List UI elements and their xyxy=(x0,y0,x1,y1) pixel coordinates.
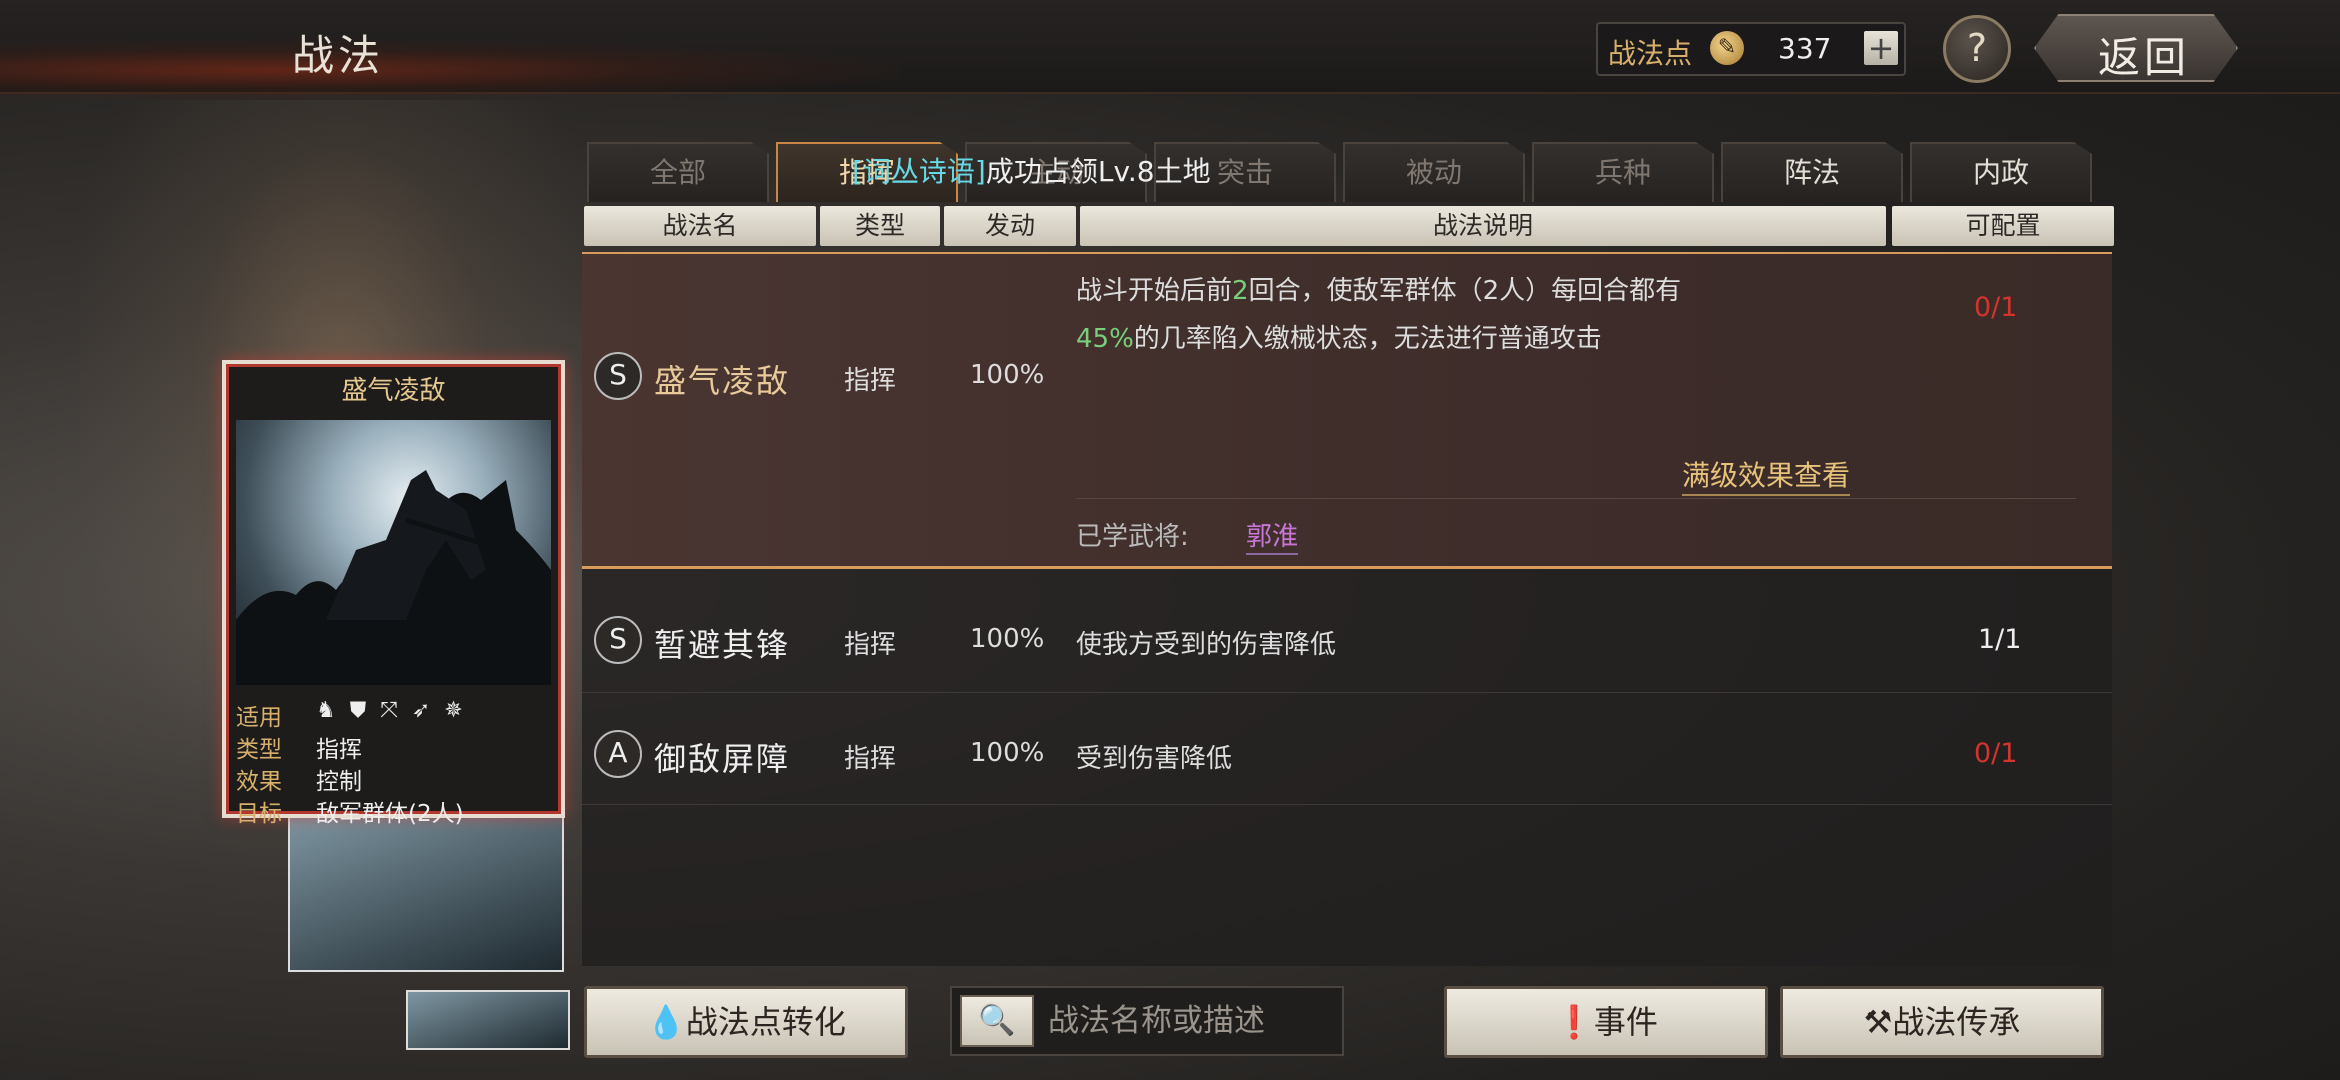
tactic-name: 暂避其锋 xyxy=(654,626,791,664)
tactic-name: 御敌屏障 xyxy=(654,740,791,778)
convert-points-button[interactable]: 💧战法点转化 xyxy=(584,986,908,1058)
tactic-rate: 100% xyxy=(970,360,1045,390)
grade-badge: S xyxy=(594,352,642,400)
tactic-type: 指挥 xyxy=(844,744,897,774)
card-artwork xyxy=(236,420,551,685)
tab-label: 阵法 xyxy=(1783,156,1840,189)
column-header-rate[interactable]: 发动 xyxy=(944,206,1076,246)
cavalry-icon: ♞ xyxy=(316,698,336,723)
configurable-count: 0/1 xyxy=(1974,292,2018,323)
card-value-effect: 控制 xyxy=(316,769,362,795)
alert-icon: ❗ xyxy=(1554,1003,1594,1041)
tactic-rate: 100% xyxy=(970,624,1045,654)
search-icon[interactable]: 🔍 xyxy=(960,995,1034,1047)
card-stack-back-2 xyxy=(406,990,570,1050)
card-key-type: 类型 xyxy=(236,737,282,763)
grade-badge: S xyxy=(594,616,642,664)
card-key-applicable: 适用 xyxy=(236,705,282,731)
unit-type-icons: ♞ ⛊ ⤧ ➶ ✵ xyxy=(316,698,463,723)
tooltip-text: 成功占领Lv.8土地 xyxy=(985,155,1211,188)
configurable-count: 1/1 xyxy=(1978,624,2022,655)
learned-generals-label: 已学武将: xyxy=(1076,522,1189,552)
card-key-target: 目标 xyxy=(236,801,282,827)
card-stack-back-1 xyxy=(288,810,564,972)
back-button-label: 返回 xyxy=(2098,33,2191,82)
card-row-effect: 效果 控制 xyxy=(236,760,551,795)
add-points-button[interactable]: + xyxy=(1864,31,1898,65)
desc-text: 战斗开始后前 xyxy=(1076,276,1233,306)
droplet-icon: 💧 xyxy=(646,1003,686,1041)
configurable-count: 0/1 xyxy=(1974,738,2018,769)
card-row-applicable: 适用 ♞ ⛊ ⤧ ➶ ✵ xyxy=(236,696,551,731)
tactic-description: 受到伤害降低 xyxy=(1076,744,1233,774)
points-coin-icon: ✎ xyxy=(1710,31,1744,65)
tactic-name: 盛气凌敌 xyxy=(654,362,791,400)
tactic-list[interactable]: S 盛气凌敌 指挥 100% 战斗开始后前2回合，使敌军群体（2人）每回合都有 … xyxy=(582,252,2112,966)
search-input[interactable] xyxy=(1046,996,1330,1046)
shield-icon: ⛊ xyxy=(349,698,367,723)
desc-text: 回合，使敌军群体（2人）每回合都有 xyxy=(1248,276,1682,306)
card-title: 盛气凌敌 xyxy=(341,376,446,406)
event-button[interactable]: ❗事件 xyxy=(1444,986,1768,1058)
selected-tactic-card: 盛气凌敌 适用 ♞ ⛊ ⤧ ➶ ✵ 类型 指挥 效果 控制 目标 敌军群体(2人… xyxy=(222,360,565,827)
search-box: 🔍 xyxy=(950,986,1344,1056)
button-label: 战法传承 xyxy=(1892,1003,2021,1041)
learned-general-name[interactable]: 郭淮 xyxy=(1246,516,1299,555)
max-effect-link[interactable]: 满级效果查看 xyxy=(1682,454,1851,496)
tab-internal[interactable]: 内政 xyxy=(1910,142,2092,202)
column-header-type[interactable]: 类型 xyxy=(820,206,940,246)
points-value: 337 xyxy=(1778,32,1832,65)
back-button[interactable]: 返回 xyxy=(2034,14,2238,82)
card-value-target: 敌军群体(2人) xyxy=(316,801,464,827)
help-button[interactable]: ? xyxy=(1943,15,2011,83)
points-label: 战法点 xyxy=(1608,37,1693,70)
tactic-type: 指挥 xyxy=(844,366,897,396)
bow-icon: ⤧ xyxy=(380,698,398,723)
row-divider xyxy=(1076,498,2076,499)
hammer-icon: ⚒ xyxy=(1863,1003,1893,1041)
top-bar: 战法 战法点 ✎ 337 + ? 返回 xyxy=(0,0,2340,100)
page-title: 战法 xyxy=(292,31,385,80)
button-label: 事件 xyxy=(1593,1003,1658,1041)
tab-label: 兵种 xyxy=(1594,156,1651,189)
tactic-description-line1: 战斗开始后前2回合，使敌军群体（2人）每回合都有 xyxy=(1076,270,1681,307)
column-header-description: 战法说明 xyxy=(1080,206,1886,246)
achievement-tooltip: [词丛诗语]成功占领Lv.8土地 xyxy=(852,150,1211,190)
card-row-type: 类型 指挥 xyxy=(236,728,551,763)
column-header-name[interactable]: 战法名 xyxy=(584,206,816,246)
spear-icon: ➶ xyxy=(411,698,431,723)
desc-text: 的几率陷入缴械状态，无法进行普通攻击 xyxy=(1133,324,1602,354)
tactic-description-line2: 45%的几率陷入缴械状态，无法进行普通攻击 xyxy=(1076,318,1602,355)
wheel-icon: ✵ xyxy=(444,698,463,723)
tactic-description: 使我方受到的伤害降低 xyxy=(1076,630,1337,660)
tab-label: 内政 xyxy=(1972,156,2029,189)
tab-all[interactable]: 全部 xyxy=(587,142,769,202)
card-value-type: 指挥 xyxy=(316,737,362,763)
tactic-type: 指挥 xyxy=(844,630,897,660)
tactic-rate: 100% xyxy=(970,738,1045,768)
title-glow xyxy=(0,40,900,100)
tab-label: 全部 xyxy=(649,156,706,189)
tab-passive[interactable]: 被动 xyxy=(1343,142,1525,202)
tactic-row-selected[interactable]: S 盛气凌敌 指挥 100% 战斗开始后前2回合，使敌军群体（2人）每回合都有 … xyxy=(582,252,2112,569)
tab-label: 被动 xyxy=(1405,156,1462,189)
tooltip-tag: [词丛诗语] xyxy=(852,155,986,188)
grade-badge: A xyxy=(594,730,642,778)
tab-formation[interactable]: 阵法 xyxy=(1721,142,1903,202)
tactic-row[interactable]: A 御敌屏障 指挥 100% 受到伤害降低 0/1 xyxy=(582,700,2112,805)
column-header-configurable[interactable]: 可配置 xyxy=(1892,206,2114,246)
desc-highlight: 45% xyxy=(1076,324,1134,354)
button-label: 战法点转化 xyxy=(685,1003,846,1041)
tactic-row[interactable]: S 暂避其锋 指挥 100% 使我方受到的伤害降低 1/1 xyxy=(582,588,2112,693)
tactic-points-display: 战法点 ✎ 337 + xyxy=(1596,22,1906,76)
card-row-target: 目标 敌军群体(2人) xyxy=(236,792,551,827)
card-key-effect: 效果 xyxy=(236,769,282,795)
tab-troop[interactable]: 兵种 xyxy=(1532,142,1714,202)
desc-highlight: 2 xyxy=(1232,276,1249,306)
inherit-tactic-button[interactable]: ⚒战法传承 xyxy=(1780,986,2104,1058)
